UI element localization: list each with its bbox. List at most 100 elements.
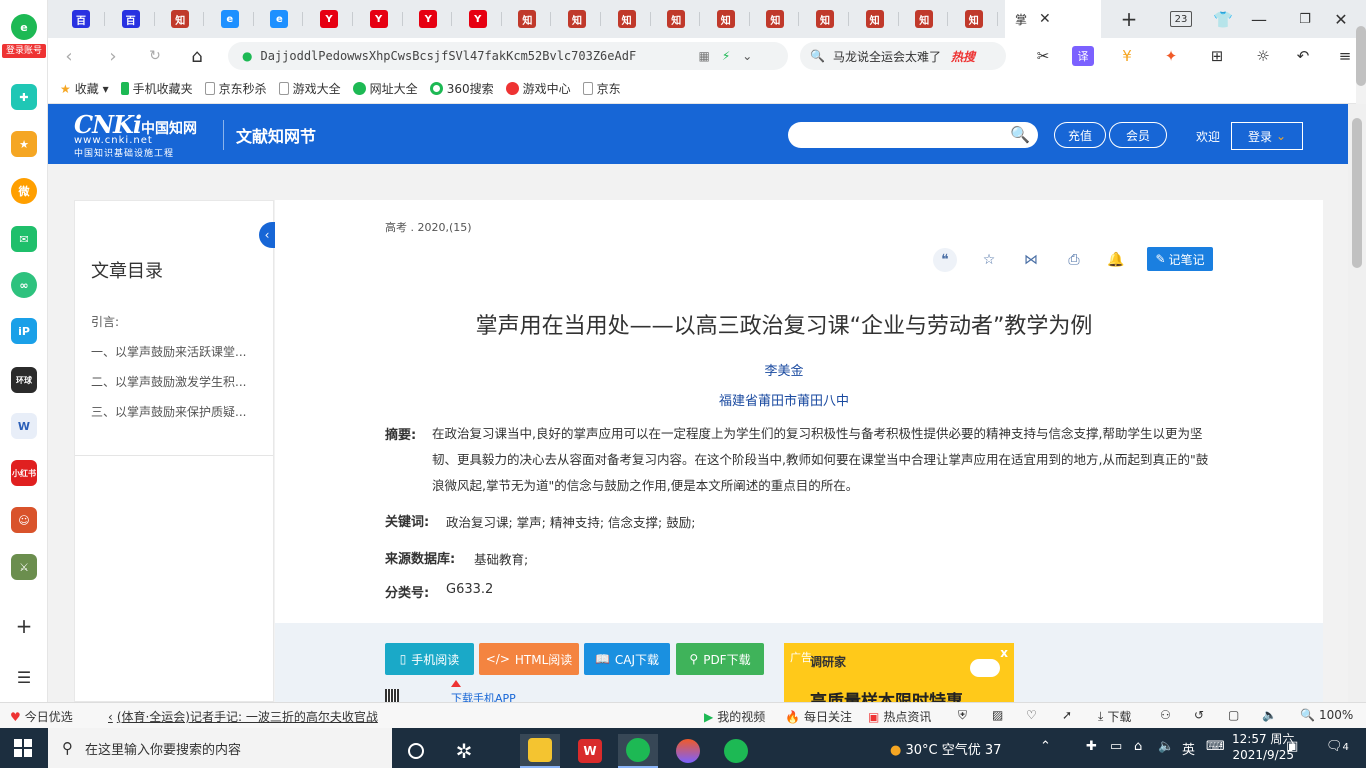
my-videos[interactable]: ▶ 我的视频 (704, 708, 765, 725)
apps-grid-icon[interactable]: ⊞ (1206, 46, 1228, 66)
cnki-search-input[interactable]: 🔍 (788, 122, 1038, 148)
pinwheel-app-icon[interactable]: ✲ (444, 734, 484, 768)
toc-item[interactable]: 二、以掌声鼓励激发学生积... (91, 373, 263, 390)
xiaohongshu-icon[interactable]: 小红书 (11, 460, 37, 486)
ip-icon[interactable]: iP (11, 318, 37, 344)
favorite-star-icon[interactable]: ☆ (977, 248, 1001, 272)
bell-icon[interactable]: 🔔 (1104, 248, 1128, 272)
word-doc-icon[interactable]: W (11, 413, 37, 439)
browser-tab[interactable]: 知 (901, 6, 947, 32)
browser-tab[interactable]: 知 (852, 6, 898, 32)
wps-icon[interactable]: W (570, 734, 610, 768)
browser-tab[interactable]: 知 (802, 6, 848, 32)
url-bar[interactable]: ● DajjoddlPedowwsXhpCwsBcsjfSVl47fakKcm5… (228, 42, 788, 70)
browser-tab[interactable]: 知 (157, 6, 203, 32)
browser-tab[interactable]: 知 (951, 6, 997, 32)
cross-plus-icon[interactable]: ✚ (11, 84, 37, 110)
page-scrollbar[interactable] (1348, 104, 1366, 702)
lightning-icon[interactable]: ⚡ (722, 49, 730, 63)
forward-icon[interactable]: › (102, 45, 124, 67)
battery-icon[interactable]: ▭ (1110, 739, 1122, 754)
network-icon[interactable]: ⌂ (1134, 739, 1142, 754)
today-picks[interactable]: ♥ 今日优选 (10, 708, 73, 725)
browser-tab[interactable]: 百 (58, 6, 104, 32)
bookmark-games[interactable]: 游戏大全 (278, 80, 341, 97)
mail-icon[interactable]: ✉ (11, 226, 37, 252)
url-text[interactable]: DajjoddlPedowwsXhpCwsBcsjfSVl47fakKcm52B… (260, 49, 690, 63)
browser-scroll-thumb[interactable] (1356, 26, 1366, 86)
bookmark-game-center[interactable]: 游戏中心 (505, 80, 571, 97)
translate-icon[interactable]: 译 (1072, 46, 1094, 66)
browser-tab[interactable]: 知 (653, 6, 699, 32)
tray-expand-icon[interactable]: ⌃ (1040, 739, 1051, 754)
bookmark-360search[interactable]: 360搜索 (429, 80, 494, 97)
mobile-read-button[interactable]: ▯ 手机阅读 (385, 643, 474, 675)
tab-count-badge[interactable]: 23 (1170, 11, 1192, 27)
shirt-skin-icon[interactable]: 👕 (1212, 9, 1234, 29)
bookmark-mobile[interactable]: 手机收藏夹 (120, 80, 193, 97)
cnki-logo[interactable]: CNKi中国知网 www.cnki.net 中国知识基础设施工程 (74, 110, 214, 159)
browser-tab[interactable]: Y (306, 6, 352, 32)
browser-tab[interactable]: Y (405, 6, 451, 32)
shield-icon[interactable]: ⛨ (958, 708, 967, 723)
login-button[interactable]: 登录 ⌄ (1231, 122, 1303, 150)
weather-widget[interactable]: ● 30°C 空气优 37 (890, 739, 1001, 758)
browser-tab[interactable]: 知 (604, 6, 650, 32)
section-title[interactable]: 文献知网节 (236, 123, 316, 147)
browser-tab[interactable]: Y (356, 6, 402, 32)
coin-icon[interactable]: ¥ (1116, 46, 1138, 66)
author-link[interactable]: 李美金 (275, 360, 1293, 379)
ime-mode-icon[interactable]: ⌨ (1206, 739, 1225, 754)
toc-item[interactable]: 一、以掌声鼓励来活跃课堂... (91, 343, 263, 360)
toc-item[interactable]: 引言: (91, 313, 263, 330)
bookmark-jd-seckill[interactable]: 京东秒杀 (204, 80, 267, 97)
extension-icon[interactable]: ✦ (1160, 46, 1182, 66)
browser-search-box[interactable]: 🔍 马龙说全运会太难了 热搜 (800, 42, 1006, 70)
caj-download-button[interactable]: 📖 CAJ下载 (584, 643, 670, 675)
member-button[interactable]: 会员 (1109, 122, 1167, 148)
home-icon[interactable]: ⌂ (186, 45, 208, 67)
download-status[interactable]: ⤓ 下载 (1098, 708, 1131, 725)
wechat-icon[interactable] (716, 734, 756, 768)
ime-language[interactable]: 英 (1182, 739, 1195, 758)
tray-app-icon[interactable]: ✚ (1086, 739, 1097, 754)
close-tab-icon[interactable]: ✕ (1039, 11, 1051, 27)
cookie-icon[interactable]: ⚇ (1160, 708, 1171, 722)
weibo-icon[interactable]: 微 (11, 178, 37, 204)
undo-icon[interactable]: ↶ (1292, 46, 1314, 66)
main-menu-icon[interactable]: ≡ (1334, 46, 1356, 66)
daily-focus[interactable]: 🔥 每日关注 (785, 708, 852, 725)
drop-app-icon[interactable] (668, 734, 708, 768)
refresh-icon[interactable]: ↺ (1194, 708, 1204, 722)
login-account-badge[interactable]: 登录账号 (2, 44, 46, 58)
scissors-icon[interactable]: ✂ (1032, 46, 1054, 66)
back-icon[interactable]: ‹ (58, 45, 80, 67)
zoom-level[interactable]: 🔍 100% (1300, 708, 1353, 722)
windows-start-icon[interactable] (14, 739, 32, 757)
game2-icon[interactable]: ⚔ (11, 554, 37, 580)
task-view-icon[interactable] (396, 734, 436, 768)
brightness-icon[interactable]: ☼ (1252, 46, 1274, 66)
browser-tab[interactable]: Y (455, 6, 501, 32)
action-center-icon[interactable]: 🗨4 (1326, 739, 1349, 754)
menu-list-icon[interactable]: ☰ (11, 664, 37, 690)
browser-tab[interactable]: 知 (703, 6, 749, 32)
speaker-icon[interactable]: 🔈 (1158, 739, 1174, 754)
rocket-icon[interactable]: ➚ (1062, 708, 1072, 722)
cloud-icon[interactable]: ∞ (11, 272, 37, 298)
window-icon[interactable]: ▢ (1228, 708, 1239, 722)
take-note-button[interactable]: ✎ 记笔记 (1147, 247, 1213, 271)
keywords-list[interactable]: 政治复习课; 掌声; 精神支持; 信念支撑; 鼓励; (446, 512, 695, 531)
browser-tab[interactable]: 知 (504, 6, 550, 32)
chevron-down-icon[interactable]: ⌄ (742, 49, 752, 63)
hot-news[interactable]: ▣ 热点资讯 (868, 708, 931, 725)
browser-tab[interactable]: 百 (108, 6, 154, 32)
file-explorer-icon[interactable] (520, 734, 560, 768)
share-icon[interactable]: ⋈ (1019, 248, 1043, 272)
heartbeat-icon[interactable]: ♡ (1026, 708, 1037, 722)
taskbar-search-input[interactable]: ⚲ 在这里输入你要搜索的内容 (48, 728, 392, 768)
pdf-download-button[interactable]: ⚲ PDF下载 (676, 643, 764, 675)
active-tab[interactable]: 掌 ✕ (1005, 0, 1101, 38)
close-window-icon[interactable]: ✕ (1330, 9, 1352, 29)
quote-icon[interactable]: ❝ (933, 248, 957, 272)
